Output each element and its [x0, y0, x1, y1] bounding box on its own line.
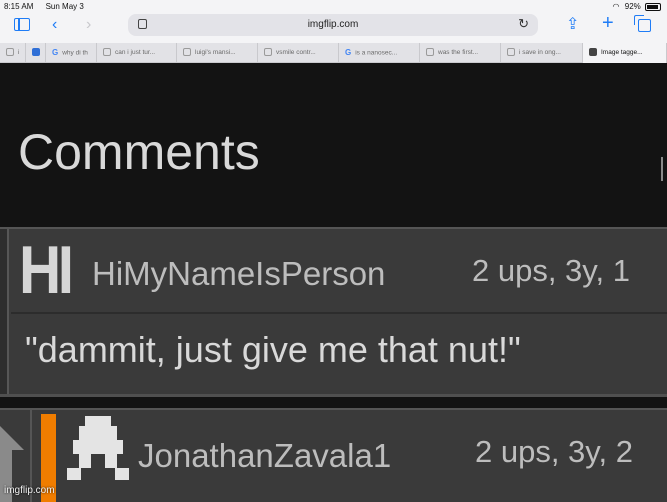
status-time: 8:15 AM [4, 2, 34, 11]
comment-divider [11, 312, 667, 314]
tab-favicon-icon [6, 48, 14, 57]
google-icon: G [52, 48, 59, 57]
avatar[interactable] [67, 416, 129, 482]
comment-meta: 2 ups, 3y, 1 [472, 253, 630, 288]
address-bar[interactable]: imgflip.com ↻ [128, 14, 538, 36]
comment-border [0, 394, 667, 397]
browser-toolbar: 8:15 AM Sun May 3 ◠ 92% ‹ › imgflip.com … [0, 0, 667, 43]
share-icon[interactable]: ⇪ [566, 15, 579, 35]
tab-favicon-icon [507, 48, 515, 57]
comment-item: HI HiMyNameIsPerson 2 ups, 3y, 1 "dammit… [0, 227, 667, 397]
status-time-date: 8:15 AM Sun May 3 [4, 2, 84, 11]
tab-5[interactable]: vsmile contr... [258, 43, 339, 63]
tab-2[interactable]: Gwhy di th [46, 43, 97, 63]
comment-meta: 2 ups, 3y, 2 [475, 434, 633, 469]
tab-active[interactable]: Image tagge... [583, 43, 667, 63]
tab-4[interactable]: luigi's mansi... [177, 43, 258, 63]
address-url: imgflip.com [307, 19, 359, 30]
tab-favicon-icon [32, 48, 40, 57]
tab-favicon-icon [426, 48, 434, 57]
page-content: Comments HI HiMyNameIsPerson 2 ups, 3y, … [0, 63, 667, 502]
comment-username[interactable]: HiMyNameIsPerson [92, 255, 385, 293]
tab-favicon-icon [589, 48, 597, 57]
comment-username[interactable]: JonathanZavala1 [138, 437, 391, 475]
tab-strip: i Gwhy di th can i just tur... luigi's m… [0, 43, 667, 63]
upvote-arrow-icon[interactable] [0, 426, 24, 450]
tab-overview-icon[interactable] [634, 15, 651, 32]
back-arrow-icon[interactable]: ‹ [52, 15, 57, 35]
watermark: imgflip.com [4, 485, 55, 496]
tab-6[interactable]: Gis a nanosec... [339, 43, 420, 63]
tab-1[interactable]: i [0, 43, 26, 63]
tab-favicon-only[interactable] [26, 43, 46, 63]
forward-arrow-icon[interactable]: › [86, 15, 91, 35]
status-indicators: ◠ 92% [613, 2, 661, 11]
tab-favicon-icon [183, 48, 191, 57]
wifi-icon: ◠ [612, 2, 620, 11]
sidebar-toggle-icon[interactable] [14, 18, 30, 31]
reload-icon[interactable]: ↻ [518, 16, 529, 32]
comment-text: "dammit, just give me that nut!" [25, 329, 521, 370]
status-date: Sun May 3 [45, 2, 84, 11]
comment-thread-line [0, 229, 9, 397]
tab-3[interactable]: can i just tur... [97, 43, 177, 63]
google-icon: G [345, 48, 352, 57]
tab-favicon-icon [103, 48, 111, 57]
comment-item: JonathanZavala1 2 ups, 3y, 2 [0, 408, 667, 502]
battery-percent: 92% [624, 2, 641, 11]
battery-icon [645, 2, 661, 11]
tab-7[interactable]: was the first... [420, 43, 501, 63]
avatar[interactable]: HI [19, 236, 74, 304]
scroll-indicator [661, 157, 663, 181]
new-tab-plus-icon[interactable]: + [602, 13, 614, 33]
comments-heading: Comments [18, 124, 260, 180]
tab-8[interactable]: i save in ong... [501, 43, 583, 63]
tab-favicon-icon [264, 48, 272, 57]
